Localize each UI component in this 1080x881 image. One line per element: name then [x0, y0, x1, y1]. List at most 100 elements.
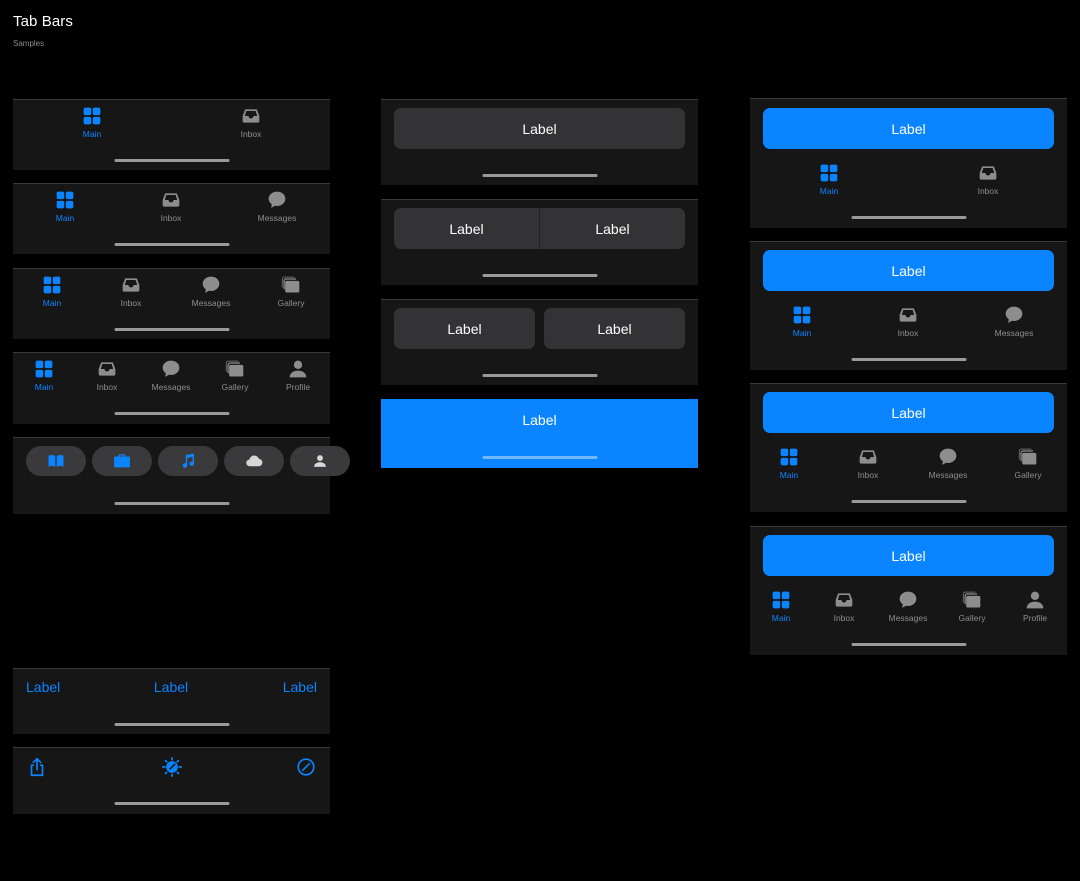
tab-bar-two-items: Main Inbox — [13, 99, 330, 170]
share-icon[interactable] — [26, 756, 48, 778]
tab-label: Main — [792, 328, 812, 338]
tab-inbox[interactable]: Inbox — [77, 359, 137, 392]
tab-label: Profile — [285, 382, 311, 392]
tab-label: Messages — [257, 213, 297, 223]
home-indicator — [482, 174, 597, 177]
tab-label: Main — [779, 470, 799, 480]
tab-inbox[interactable]: Inbox — [101, 275, 161, 308]
pill-tab-profile[interactable] — [290, 446, 350, 476]
tab-bar-text-items: Label Label Label — [13, 668, 330, 734]
tab-main[interactable]: Main — [759, 447, 819, 480]
page-title: Tab Bars — [13, 13, 73, 30]
tab-main[interactable]: Main — [14, 359, 74, 392]
toolbar-icons — [13, 747, 330, 814]
tab-messages[interactable]: Messages — [878, 590, 938, 623]
home-indicator — [114, 802, 229, 805]
grid-icon — [770, 590, 792, 610]
tab-profile[interactable]: Profile — [268, 359, 328, 392]
person-icon — [287, 359, 309, 379]
tab-label: Main — [42, 298, 62, 308]
chat-bubble-icon — [266, 190, 288, 210]
grid-icon — [54, 190, 76, 210]
tab-bar-three-items: Main Inbox Messages — [13, 183, 330, 254]
pill-tab-book[interactable] — [26, 446, 86, 476]
label-button[interactable]: Label — [763, 250, 1054, 291]
home-indicator — [851, 643, 966, 646]
button-bar-two-buttons: Label Label — [381, 299, 698, 385]
tab-gallery[interactable]: Gallery — [998, 447, 1058, 480]
briefcase-icon — [113, 452, 131, 470]
action-tab-bar-four-items: Label Main Inbox Messages Gallery — [750, 383, 1067, 512]
text-tab-left[interactable]: Label — [26, 679, 60, 695]
tab-label: Main — [55, 213, 75, 223]
label-button[interactable]: Label — [763, 108, 1054, 149]
home-indicator — [114, 328, 229, 331]
home-indicator — [114, 243, 229, 246]
pill-tab-music[interactable] — [158, 446, 218, 476]
tab-gallery[interactable]: Gallery — [942, 590, 1002, 623]
segment-left-button[interactable]: Label — [394, 208, 539, 249]
tab-main[interactable]: Main — [799, 163, 859, 196]
label-button[interactable]: Label — [394, 108, 685, 149]
home-indicator — [114, 723, 229, 726]
home-indicator — [851, 216, 966, 219]
tab-bar-five-items: Main Inbox Messages Gallery Profile — [13, 352, 330, 424]
tab-label: Messages — [928, 470, 968, 480]
brightness-dial-icon[interactable] — [161, 756, 183, 778]
tab-main[interactable]: Main — [35, 190, 95, 223]
segment-right-button[interactable]: Label — [540, 208, 685, 249]
tab-profile[interactable]: Profile — [1005, 590, 1065, 623]
pill-tab-briefcase[interactable] — [92, 446, 152, 476]
tab-label: Main — [82, 129, 102, 139]
grid-icon — [81, 106, 103, 126]
text-tab-right[interactable]: Label — [283, 679, 317, 695]
photo-stack-icon — [224, 359, 246, 379]
tab-inbox[interactable]: Inbox — [141, 190, 201, 223]
pill-tab-cloud[interactable] — [224, 446, 284, 476]
tab-inbox[interactable]: Inbox — [221, 106, 281, 139]
tab-messages[interactable]: Messages — [984, 305, 1044, 338]
home-indicator — [482, 374, 597, 377]
tab-messages[interactable]: Messages — [918, 447, 978, 480]
tab-main[interactable]: Main — [751, 590, 811, 623]
tab-gallery[interactable]: Gallery — [205, 359, 265, 392]
tab-label: Messages — [191, 298, 231, 308]
tab-inbox[interactable]: Inbox — [958, 163, 1018, 196]
tab-label: Inbox — [977, 186, 999, 196]
home-indicator — [851, 358, 966, 361]
tab-main[interactable]: Main — [62, 106, 122, 139]
tab-bar-four-items: Main Inbox Messages Gallery — [13, 268, 330, 339]
button-bar-full-blue[interactable]: Label — [381, 399, 698, 468]
photo-stack-icon — [1017, 447, 1039, 467]
tab-main[interactable]: Main — [22, 275, 82, 308]
tab-main[interactable]: Main — [772, 305, 832, 338]
label-button[interactable]: Label — [763, 392, 1054, 433]
tab-messages[interactable]: Messages — [181, 275, 241, 308]
chat-bubble-icon — [1003, 305, 1025, 325]
tab-label: Gallery — [221, 382, 249, 392]
page-subtitle: Samples — [13, 39, 45, 48]
tab-bar-pill-items — [13, 437, 350, 514]
text-tab-center[interactable]: Label — [154, 679, 188, 695]
label-button-left[interactable]: Label — [394, 308, 535, 349]
label-button-right[interactable]: Label — [544, 308, 685, 349]
tab-messages[interactable]: Messages — [247, 190, 307, 223]
tab-inbox[interactable]: Inbox — [838, 447, 898, 480]
inbox-icon — [160, 190, 182, 210]
tab-messages[interactable]: Messages — [141, 359, 201, 392]
tab-label: Inbox — [96, 382, 118, 392]
tab-inbox[interactable]: Inbox — [814, 590, 874, 623]
chat-bubble-icon — [897, 590, 919, 610]
grid-icon — [791, 305, 813, 325]
inbox-icon — [96, 359, 118, 379]
label-button[interactable]: Label — [381, 412, 698, 428]
chat-bubble-icon — [200, 275, 222, 295]
tab-gallery[interactable]: Gallery — [261, 275, 321, 308]
tab-inbox[interactable]: Inbox — [878, 305, 938, 338]
cloud-icon — [245, 452, 263, 470]
tab-label: Main — [771, 613, 791, 623]
label-button[interactable]: Label — [763, 535, 1054, 576]
book-icon — [47, 452, 65, 470]
inbox-icon — [857, 447, 879, 467]
compass-icon[interactable] — [295, 756, 317, 778]
